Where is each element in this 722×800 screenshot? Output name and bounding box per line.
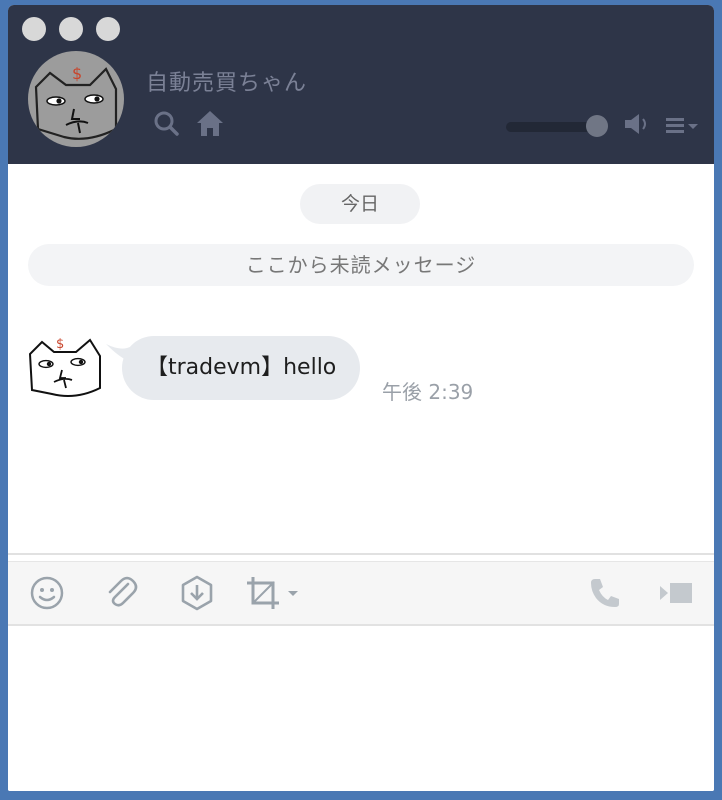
message-bubble[interactable]: 【tradevm】hello: [122, 336, 361, 400]
minimize-window-button[interactable]: [59, 17, 83, 41]
volume-slider-handle[interactable]: [586, 115, 608, 137]
close-window-button[interactable]: [22, 17, 46, 41]
menu-icon[interactable]: [664, 113, 698, 143]
home-icon[interactable]: [194, 108, 224, 138]
search-icon[interactable]: [151, 108, 181, 138]
phone-icon[interactable]: [586, 574, 624, 612]
chat-title: 自動売買ちゃん: [146, 71, 308, 96]
chat-window: $ 自動売買ちゃん 今日 ここから未読メッセージ $ 【tradevm】hell…: [8, 5, 714, 791]
message-input[interactable]: [8, 626, 714, 791]
divider: [8, 553, 714, 555]
volume-slider-track[interactable]: [506, 122, 598, 132]
download-icon[interactable]: [178, 574, 216, 612]
sender-avatar[interactable]: $: [26, 332, 102, 400]
chat-header: $ 自動売買ちゃん: [8, 5, 714, 164]
crop-icon[interactable]: [244, 574, 304, 612]
cat-avatar-icon: $: [34, 64, 118, 140]
message-timestamp: 午後 2:39: [382, 380, 474, 404]
volume-icon[interactable]: [623, 111, 653, 141]
zoom-window-button[interactable]: [96, 17, 120, 41]
date-separator: 今日: [300, 184, 420, 224]
emoji-icon[interactable]: [28, 574, 66, 612]
input-toolbar: [8, 561, 714, 626]
unread-marker: ここから未読メッセージ: [28, 244, 694, 286]
svg-text:$: $: [56, 337, 64, 352]
video-icon[interactable]: [656, 574, 700, 612]
avatar[interactable]: $: [28, 51, 124, 147]
svg-text:$: $: [72, 64, 82, 83]
attach-icon[interactable]: [102, 574, 140, 612]
cat-avatar-icon: $: [28, 337, 101, 397]
